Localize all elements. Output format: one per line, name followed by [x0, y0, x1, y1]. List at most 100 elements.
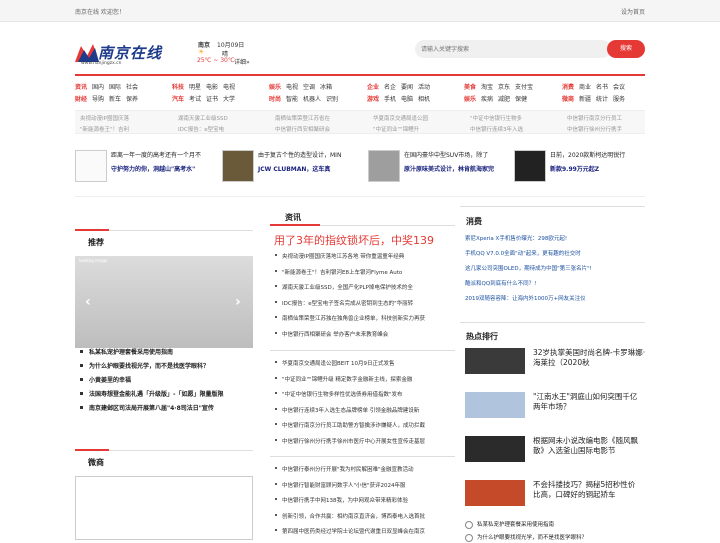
nav-category[interactable]: 娱乐: [269, 82, 281, 91]
nav-category[interactable]: 时尚: [269, 94, 281, 103]
featured-article[interactable]: 日前，2020款斯柯达明锐行 新款9.99万元起Z: [514, 150, 644, 184]
nav-link[interactable]: 保养: [126, 94, 138, 103]
list-item[interactable]: 中信银行西相聚研会 举办客户未来教育峰会: [275, 330, 455, 346]
nav-category[interactable]: 汽车: [172, 94, 184, 103]
hot-link[interactable]: "新能源卷王"！吉利: [80, 125, 129, 133]
list-item[interactable]: 手机QQ V7.0.0全面"动"起来，更有趣的社交时: [465, 249, 640, 264]
list-item[interactable]: 创新引领，合作共赢：相约南京直济会，博西泰电入选首批: [275, 512, 455, 528]
article-subtitle[interactable]: 守护努力的你，洞越山"高考水": [111, 164, 195, 173]
article-thumbnail[interactable]: [75, 150, 107, 182]
nav-link[interactable]: 空调: [303, 82, 315, 91]
nav-category[interactable]: 消费: [562, 82, 574, 91]
nav-link[interactable]: 新车: [109, 94, 121, 103]
hot-ranking-item[interactable]: 根据网未小说改编电影《随风飘 散》入选釜山国际电影节: [465, 434, 640, 464]
nav-link[interactable]: 手机: [384, 94, 396, 103]
article-headline[interactable]: 日前，2020款斯柯达明锐行: [550, 150, 625, 159]
search-button[interactable]: 搜索: [607, 40, 645, 58]
nav-category[interactable]: 资讯: [75, 82, 87, 91]
nav-link[interactable]: 大学: [223, 94, 235, 103]
nav-link[interactable]: 商业: [579, 82, 591, 91]
list-item[interactable]: 2019双随容容降：让海内外1000万+网友关注仪: [465, 294, 640, 309]
nav-link[interactable]: 淘宝: [481, 82, 493, 91]
list-item[interactable]: 这几家公司突围OLED，期待成为中国"第三张名片"!: [465, 264, 640, 279]
article-thumbnail[interactable]: [368, 150, 400, 182]
list-item[interactable]: 华夏南京交通局逢公园BEIT 10月9日正式发售: [275, 359, 455, 375]
list-item[interactable]: 小黄姜里的幸福: [80, 375, 255, 389]
article-headline[interactable]: 距离一年一度的高考还有一个月不: [111, 150, 201, 159]
hot-link[interactable]: 中信银行徐州分行携手: [567, 125, 622, 133]
list-item[interactable]: 中信银行智能财富顾问数字人"小信"获评2024年服: [275, 481, 455, 497]
headline-story[interactable]: 用了3年的指纹锁坏后，中奖139: [274, 232, 434, 248]
nav-link[interactable]: 电脑: [401, 94, 413, 103]
hot-item-title-line2[interactable]: 两年市场？: [533, 402, 571, 411]
nav-link[interactable]: 考试: [189, 94, 201, 103]
list-item[interactable]: 为什么护眼要找视光学，而不是找医学眼科？: [80, 361, 255, 375]
list-item[interactable]: 中信银行连续3年入选生态品牌榜单 引领金融品牌建设新: [275, 406, 455, 422]
list-item[interactable]: "新能源卷王"！吉利银河E8上车银河Flyme Auto: [275, 268, 455, 284]
nav-category[interactable]: 财经: [75, 94, 87, 103]
nav-link[interactable]: 国际: [109, 82, 121, 91]
list-item[interactable]: IDC报告：e型宝电子签名完成从密钥到生态的"华丽转: [275, 299, 455, 315]
hot-link[interactable]: 央视动漫IP圈国庆落: [80, 114, 129, 122]
hot-link[interactable]: "中证中信银行生物多: [470, 114, 522, 122]
carousel-prev-icon[interactable]: ‹: [85, 294, 91, 310]
nav-link[interactable]: 国内: [92, 82, 104, 91]
nav-link[interactable]: 电视: [223, 82, 235, 91]
nav-link[interactable]: 支付宝: [515, 82, 533, 91]
hot-link[interactable]: 湖南天骏工业级SSD: [178, 114, 228, 122]
hot-item-title[interactable]: 根据网未小说改编电影《随风飘: [533, 436, 638, 445]
hot-item-thumbnail[interactable]: [465, 480, 525, 506]
nav-link[interactable]: 减肥: [498, 94, 510, 103]
hot-item-title[interactable]: 不会抖搂技巧？揭秘5招秒性价: [533, 480, 635, 489]
nav-link[interactable]: 相机: [418, 94, 430, 103]
list-item[interactable]: "中证同业""锦鲤升级 精定数字金融新主线，探索金融: [275, 375, 455, 391]
search-input[interactable]: [421, 43, 601, 55]
hot-ranking-item[interactable]: 32岁执掌美国时尚名牌-卡罗琳娜· 海莱拉（2020秋: [465, 346, 645, 376]
list-item[interactable]: 南京建邺区司法局开展第八届"4·8司法日"宣传: [80, 403, 255, 417]
hot-link[interactable]: 中信银行连续3年入选: [470, 125, 523, 133]
nav-link[interactable]: 明星: [189, 82, 201, 91]
set-homepage-link[interactable]: 设为首页: [621, 7, 645, 16]
carousel-image[interactable]: [75, 256, 253, 348]
nav-link[interactable]: 名企: [384, 82, 396, 91]
hot-link[interactable]: 中信银行西安相聚研会: [275, 125, 330, 133]
featured-article[interactable]: 距离一年一度的高考还有一个月不 守护努力的你，洞越山"高考水": [75, 150, 215, 184]
nav-category[interactable]: 美食: [464, 82, 476, 91]
list-item[interactable]: 第四届中医药类经过学院士论坛暨代谢重日双显峰会在南京: [275, 527, 455, 543]
nav-link[interactable]: 京东: [498, 82, 510, 91]
article-headline[interactable]: 由于复古个性的造型设计，MIN: [258, 150, 341, 159]
site-logo[interactable]: 南京在线 www.nanjingzx.cn: [75, 40, 165, 68]
list-item[interactable]: 中信银行携手中网138我，为中网观众带来精彩体验: [275, 496, 455, 512]
hot-ranking-item[interactable]: "江南水王"洞庭山如何突围千亿 两年市场？: [465, 390, 640, 420]
nav-link[interactable]: 服务: [613, 94, 625, 103]
nav-category[interactable]: 企业: [367, 82, 379, 91]
hot-item-title[interactable]: "江南水王"洞庭山如何突围千亿: [533, 392, 637, 401]
list-item[interactable]: 中信银行徐州分行携手徐州市医疗中心开展女性宣传走基层: [275, 437, 455, 453]
nav-link[interactable]: 统计: [596, 94, 608, 103]
hot-link[interactable]: IDC报告：e型宝电: [178, 125, 224, 133]
nav-link[interactable]: 疾病: [481, 94, 493, 103]
ad-placeholder[interactable]: [75, 476, 253, 540]
nav-link[interactable]: 保健: [515, 94, 527, 103]
list-item[interactable]: 私某私宠护理套餐采用使用指南: [80, 347, 255, 361]
list-item[interactable]: 湖南天骏工业级SSD，全国产化PLP掉电保护技术的全: [275, 283, 455, 299]
hot-ranking-item[interactable]: 不会抖搂技巧？揭秘5招秒性价 比高，口碑好的铜起矫车: [465, 478, 640, 508]
nav-category[interactable]: 微商: [562, 94, 574, 103]
hot-link[interactable]: "中证同业""锦鲤升: [373, 125, 419, 133]
article-thumbnail[interactable]: [514, 150, 546, 182]
nav-link[interactable]: 机器人: [303, 94, 321, 103]
nav-category[interactable]: 娱乐: [464, 94, 476, 103]
nav-link[interactable]: 证书: [206, 94, 218, 103]
list-item[interactable]: 中信银行南京分行员工助助警方智擒涉诈嫌疑人，成功拦截: [275, 421, 455, 437]
featured-article[interactable]: 由于复古个性的造型设计，MIN JCW CLUBMAN，这车真: [222, 150, 362, 184]
nav-link[interactable]: 智能: [286, 94, 298, 103]
hot-item-title[interactable]: 32岁执掌美国时尚名牌-卡罗琳娜·: [533, 348, 645, 357]
nav-link[interactable]: 活动: [418, 82, 430, 91]
hot-item-title-line2[interactable]: 散》入选釜山国际电影节: [533, 446, 616, 455]
list-item[interactable]: 法国寿想登金能礼遇「升级版」-「如愿」限量版限: [80, 389, 255, 403]
article-subtitle[interactable]: JCW CLUBMAN，这车真: [258, 164, 330, 173]
nav-link[interactable]: 识别: [326, 94, 338, 103]
hot-link[interactable]: 南栖仙策荣登江苏省在: [275, 114, 330, 122]
hot-link[interactable]: 华夏南京交通局逢公园: [373, 114, 428, 122]
article-subtitle[interactable]: 新款9.99万元起Z: [550, 164, 599, 173]
